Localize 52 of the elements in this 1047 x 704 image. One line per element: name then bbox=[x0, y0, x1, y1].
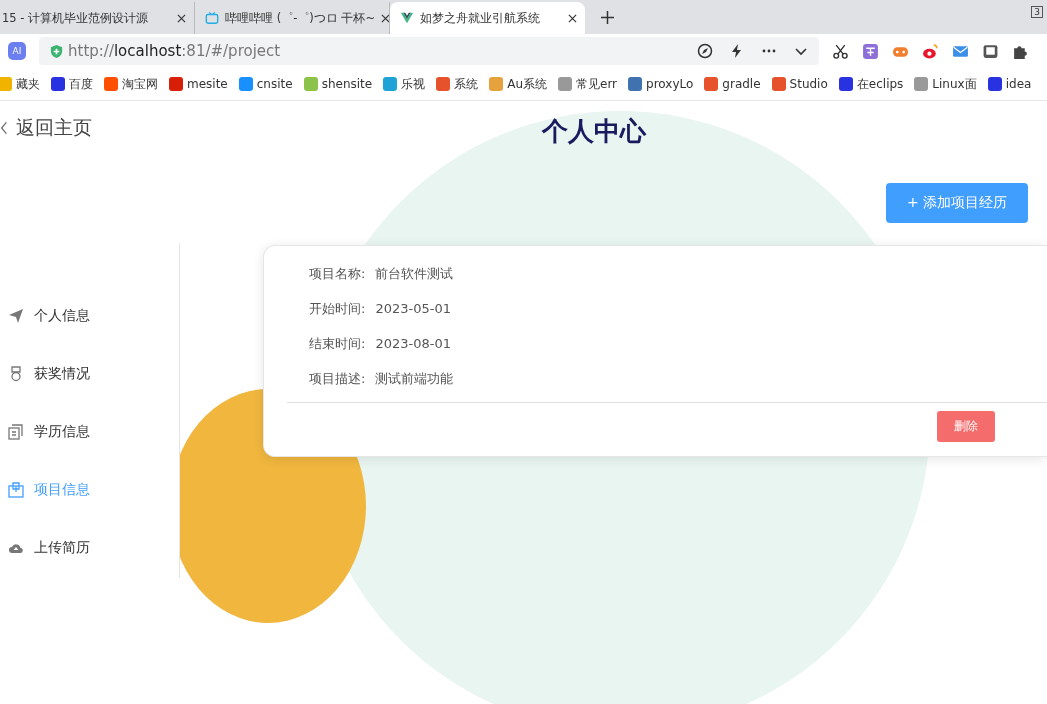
ai-button[interactable]: AI bbox=[8, 42, 26, 60]
new-tab-icon[interactable] bbox=[601, 11, 614, 24]
compass-icon[interactable] bbox=[697, 43, 713, 59]
address-field[interactable]: http://localhost:81/#/project bbox=[39, 37, 819, 65]
bookmark-link[interactable]: shensite bbox=[303, 77, 373, 91]
page-title: 个人中心 bbox=[541, 114, 646, 148]
scissors-icon[interactable] bbox=[832, 42, 849, 60]
field-label: 开始时间: bbox=[309, 299, 366, 318]
box-icon bbox=[8, 482, 24, 498]
translate-icon[interactable] bbox=[862, 42, 879, 60]
bookmark-link[interactable]: Linux面 bbox=[914, 75, 977, 93]
bookmark-link[interactable]: Au系统 bbox=[489, 75, 547, 93]
bookmark-link[interactable]: 常见err bbox=[558, 75, 618, 93]
back-link-text[interactable]: 返回主页 bbox=[16, 115, 92, 141]
bookmark-link[interactable]: proxyLo bbox=[628, 77, 694, 91]
field-label: 项目名称: bbox=[309, 264, 366, 283]
field-value: 2023-08-01 bbox=[375, 336, 451, 351]
menu-item[interactable]: 获奖情况 bbox=[0, 345, 179, 403]
browser-tab[interactable]: 如梦之舟就业引航系统 bbox=[390, 2, 585, 34]
close-icon[interactable] bbox=[381, 13, 389, 23]
tv-icon bbox=[205, 11, 219, 25]
document-icon bbox=[8, 424, 24, 440]
field-value: 前台软件测试 bbox=[375, 264, 454, 283]
menu-item[interactable]: 学历信息 bbox=[0, 403, 179, 461]
bookmark-link[interactable]: 乐视 bbox=[383, 75, 426, 93]
bookmark-link[interactable]: 淘宝网 bbox=[104, 75, 158, 93]
tab-count[interactable]: 3 bbox=[1031, 6, 1043, 18]
back-link[interactable]: 返回主页 bbox=[0, 115, 92, 141]
menu-item[interactable]: 上传简历 bbox=[0, 519, 179, 577]
close-icon[interactable] bbox=[177, 13, 186, 23]
weibo-icon[interactable] bbox=[922, 42, 939, 60]
close-icon[interactable] bbox=[568, 13, 577, 23]
medal-icon bbox=[8, 366, 24, 382]
shield-icon bbox=[49, 43, 64, 59]
bookmark-link[interactable]: gradle bbox=[704, 77, 761, 91]
field-label: 结束时间: bbox=[309, 334, 366, 353]
bookmark-link[interactable]: cnsite bbox=[238, 77, 293, 91]
field-value: 2023-05-01 bbox=[375, 301, 451, 316]
menu-item[interactable]: 个人信息 bbox=[0, 287, 179, 345]
bookmark-link[interactable]: 百度 bbox=[51, 75, 93, 93]
bookmark-link[interactable]: 在eclips bbox=[838, 75, 904, 93]
bookmark-link[interactable]: Studio bbox=[771, 77, 828, 91]
v-logo-icon bbox=[400, 11, 414, 25]
book-icon[interactable] bbox=[982, 42, 999, 60]
field-label: 项目描述: bbox=[309, 369, 366, 388]
bookmark-link[interactable]: 系统 bbox=[436, 75, 479, 93]
bookmark-link[interactable]: mesite bbox=[169, 77, 228, 91]
bookmark-link[interactable]: idea bbox=[987, 77, 1032, 91]
chevron-left-icon bbox=[0, 121, 8, 135]
bookmark-link[interactable]: 藏夹 bbox=[0, 75, 40, 93]
field-value: 测试前端功能 bbox=[375, 369, 454, 388]
paper-plane-icon bbox=[8, 308, 24, 324]
